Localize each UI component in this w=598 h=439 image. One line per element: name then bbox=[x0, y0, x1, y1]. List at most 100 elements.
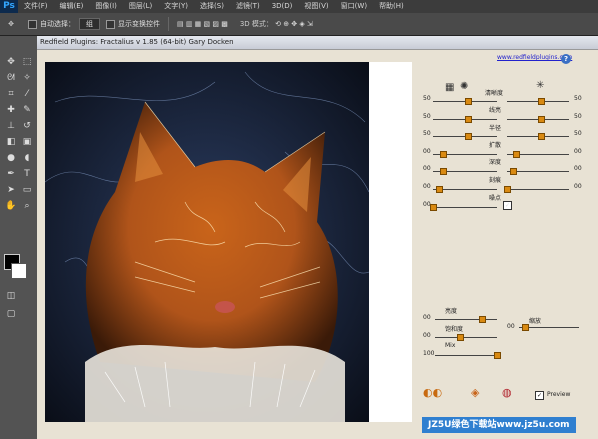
engrave-label: 刻痕 bbox=[489, 177, 502, 184]
eyedropper-icon[interactable]: ⁄ bbox=[20, 88, 34, 100]
star-burst-icon[interactable]: ✳ bbox=[536, 80, 544, 91]
radius-left-value[interactable]: 50 bbox=[423, 130, 431, 137]
slider-knob-left-4[interactable] bbox=[439, 168, 447, 175]
bottom-slider-knob-0[interactable] bbox=[478, 316, 486, 323]
magic-wand-icon[interactable]: ✧ bbox=[20, 72, 34, 84]
marquee-icon[interactable]: ⬚ bbox=[20, 56, 34, 68]
line-brightness-right-value[interactable]: 50 bbox=[574, 113, 582, 120]
menu-view[interactable]: 视图(V) bbox=[298, 0, 334, 13]
engrave-left-value[interactable]: 00 bbox=[423, 183, 431, 190]
zoom-icon[interactable]: ⌕ bbox=[20, 200, 34, 212]
preview-checkbox[interactable]: ✓ bbox=[535, 391, 544, 400]
stamp-icon[interactable]: ⊥ bbox=[4, 120, 18, 132]
slider-knob-left-6[interactable] bbox=[430, 204, 437, 211]
diffuse-right-value[interactable]: 00 bbox=[574, 148, 582, 155]
line-brightness-left-value[interactable]: 50 bbox=[423, 113, 431, 120]
menu-image[interactable]: 图像(I) bbox=[89, 0, 123, 13]
hand-icon[interactable]: ✋ bbox=[4, 200, 18, 212]
depth-label: 深度 bbox=[489, 159, 502, 166]
3d-mode-label: 3D 模式： bbox=[239, 20, 273, 28]
menu-filter[interactable]: 滤镜(T) bbox=[230, 0, 266, 13]
slider-knob-right-4[interactable] bbox=[510, 168, 518, 175]
depth-right-value[interactable]: 00 bbox=[574, 165, 582, 172]
move-tool-icon[interactable]: ✥ bbox=[0, 20, 22, 28]
menu-file[interactable]: 文件(F) bbox=[18, 0, 54, 13]
slider-knob-left-2[interactable] bbox=[465, 133, 473, 140]
sun-preset-icon[interactable]: ✺ bbox=[460, 81, 468, 92]
saturation-label: 饱和度 bbox=[445, 326, 464, 333]
bottom-slider-knob-2[interactable] bbox=[494, 352, 501, 359]
preview-image[interactable] bbox=[45, 62, 369, 422]
quick-mask-icon[interactable]: ◫ bbox=[4, 290, 18, 302]
engrave-right-value[interactable]: 00 bbox=[574, 183, 582, 190]
slider-knob-right-3[interactable] bbox=[513, 151, 521, 158]
diffuse-left-value[interactable]: 00 bbox=[423, 148, 431, 155]
fractalius-dialog: Redfield Plugins: Fractalius v 1.85 (64-… bbox=[37, 36, 598, 439]
mix-value[interactable]: 100 bbox=[423, 350, 434, 357]
3d-mode-icons[interactable]: ⟲ ⊕ ✥ ◈ ⇲ bbox=[273, 20, 313, 28]
toolbox: ✥ ⬚ ᘛ ✧ ⌗ ⁄ ✚ ✎ ⊥ ↺ ◧ ▣ ● ◖ ✒ T ➤ ▭ ✋ ⌕ … bbox=[0, 36, 39, 439]
bottom-slider-track-0[interactable] bbox=[435, 319, 497, 320]
lasso-icon[interactable]: ᘛ bbox=[4, 72, 18, 84]
shape-icon[interactable]: ▭ bbox=[20, 184, 34, 196]
crop-icon[interactable]: ⌗ bbox=[4, 88, 18, 100]
mix-label: Mix bbox=[445, 342, 456, 349]
brightness-value[interactable]: 00 bbox=[423, 314, 431, 321]
slider-knob-left-5[interactable] bbox=[436, 186, 444, 193]
depth-left-value[interactable]: 00 bbox=[423, 165, 431, 172]
eraser-icon[interactable]: ◧ bbox=[4, 136, 18, 148]
grid-preset-icon[interactable]: ▦ bbox=[445, 82, 454, 93]
options-bar: ✥ 自动选择： 组 显示变换控件 ▤ ▥ ▦ ▧ ▨ ▩ 3D 模式： ⟲ ⊕ … bbox=[0, 13, 598, 36]
slider-knob-right-0[interactable] bbox=[538, 98, 546, 105]
help-button[interactable]: ? bbox=[561, 54, 571, 64]
healing-icon[interactable]: ✚ bbox=[4, 104, 18, 116]
history-brush-icon[interactable]: ↺ bbox=[20, 120, 34, 132]
show-transform-checkbox[interactable] bbox=[106, 19, 115, 29]
auto-select-checkbox[interactable] bbox=[28, 19, 37, 29]
bottom-slider-track-2[interactable] bbox=[435, 355, 497, 356]
menu-help[interactable]: 帮助(H) bbox=[373, 0, 410, 13]
bottom-slider-knob-1[interactable] bbox=[456, 334, 464, 341]
background-color-swatch[interactable] bbox=[11, 263, 27, 279]
path-select-icon[interactable]: ➤ bbox=[4, 184, 18, 196]
screen-mode-icon[interactable]: ▢ bbox=[4, 308, 18, 320]
brightness-label: 亮度 bbox=[445, 308, 458, 315]
scale-value[interactable]: 00 bbox=[507, 323, 515, 330]
saturation-value[interactable]: 00 bbox=[423, 332, 431, 339]
slider-knob-right-5[interactable] bbox=[504, 186, 511, 193]
menu-window[interactable]: 窗口(W) bbox=[335, 0, 373, 13]
ok-button-icon[interactable]: ◐◐ bbox=[423, 386, 442, 399]
reset-button-icon[interactable]: ◈ bbox=[471, 386, 479, 399]
slider-knob-left-0[interactable] bbox=[465, 98, 473, 105]
menu-edit[interactable]: 编辑(E) bbox=[54, 0, 90, 13]
show-transform-label: 显示变换控件 bbox=[118, 20, 160, 28]
auto-select-dropdown[interactable]: 组 bbox=[79, 18, 100, 30]
clarity-left-value[interactable]: 50 bbox=[423, 95, 431, 102]
slider-knob-right-1[interactable] bbox=[538, 116, 546, 123]
noise-option-checkbox[interactable]: ✓ bbox=[503, 201, 512, 210]
blur-icon[interactable]: ● bbox=[4, 152, 18, 164]
slider-knob-left-1[interactable] bbox=[465, 116, 473, 123]
pen-icon[interactable]: ✒ bbox=[4, 168, 18, 180]
cancel-button-icon[interactable]: ◍ bbox=[502, 386, 512, 399]
scale-slider-knob[interactable] bbox=[522, 324, 529, 331]
bottom-slider-track-1[interactable] bbox=[435, 337, 497, 338]
align-icons[interactable]: ▤ ▥ ▦ ▧ ▨ ▩ bbox=[177, 20, 228, 28]
menu-3d[interactable]: 3D(D) bbox=[266, 0, 299, 13]
auto-select-label: 自动选择： bbox=[40, 20, 75, 28]
menu-select[interactable]: 选择(S) bbox=[194, 0, 230, 13]
slider-track-left-6[interactable] bbox=[433, 207, 497, 208]
type-icon[interactable]: T bbox=[20, 168, 34, 180]
dodge-icon[interactable]: ◖ bbox=[20, 152, 34, 164]
slider-knob-right-2[interactable] bbox=[538, 133, 546, 140]
brush-icon[interactable]: ✎ bbox=[20, 104, 34, 116]
slider-knob-left-3[interactable] bbox=[439, 151, 447, 158]
radius-right-value[interactable]: 50 bbox=[574, 130, 582, 137]
slider-track-right-5[interactable] bbox=[507, 189, 569, 190]
preview-label: Preview bbox=[547, 391, 571, 398]
menu-layer[interactable]: 图层(L) bbox=[123, 0, 158, 13]
move-icon[interactable]: ✥ bbox=[4, 56, 18, 68]
clarity-right-value[interactable]: 50 bbox=[574, 95, 582, 102]
menu-type[interactable]: 文字(Y) bbox=[158, 0, 194, 13]
gradient-icon[interactable]: ▣ bbox=[20, 136, 34, 148]
